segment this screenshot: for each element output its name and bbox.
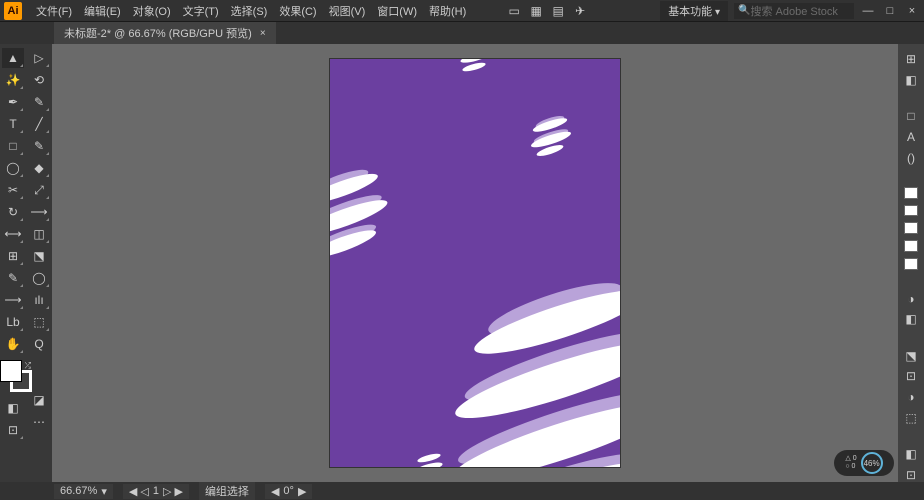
paintbrush-tool[interactable]: ✎ (28, 136, 50, 156)
search-input[interactable]: 🔍 搜索 Adobe Stock (734, 3, 854, 19)
color-panel-icon[interactable]: □ (902, 109, 920, 124)
hand-tool[interactable]: ✋ (2, 334, 24, 354)
ellipse-tool[interactable]: ◯ (2, 158, 24, 178)
brushes-panel-icon[interactable]: ◧ (902, 447, 920, 462)
canvas[interactable] (52, 44, 898, 482)
stroke-panel-icon[interactable]: ⬔ (902, 348, 920, 363)
appearance-panel-icon[interactable]: ◑ (902, 291, 920, 306)
pen-tool[interactable]: ✒ (2, 92, 24, 112)
cloud-icon[interactable]: ✈ (572, 3, 588, 19)
menu-edit[interactable]: 编辑(E) (78, 3, 127, 19)
selection-tool[interactable]: ▲ (2, 48, 24, 68)
character-panel-icon[interactable]: A (902, 130, 920, 145)
artboard[interactable] (330, 59, 620, 467)
transparency-panel-icon[interactable]: ◑ (902, 390, 920, 405)
selection-info: 编组选择 (199, 482, 255, 500)
document-tab-bar: 未标题-2* @ 66.67% (RGB/GPU 预览) × (0, 22, 924, 44)
perspective-grid-tool[interactable]: ◫ (28, 224, 50, 244)
workspace-switcher[interactable]: 基本功能 ▾ (660, 1, 728, 21)
tab-close-button[interactable]: × (260, 28, 266, 39)
align-panel-icon[interactable]: ⬚ (902, 410, 920, 425)
perf-percentage: 46% (861, 452, 883, 474)
scale-tool[interactable]: ⤢ (28, 180, 50, 200)
magic-wand-tool[interactable]: ✨ (2, 70, 24, 90)
properties-panel-icon[interactable]: ⊞ (902, 52, 920, 67)
libraries-panel-icon[interactable]: ◧ (902, 73, 920, 88)
doc-setup-icon[interactable]: ▭ (506, 3, 522, 19)
tab-title: 未标题-2* @ 66.67% (RGB/GPU 预览) (64, 25, 252, 41)
scissors-tool[interactable]: ✂ (2, 180, 24, 200)
minimize-button[interactable]: — (860, 4, 876, 18)
symbol-sprayer-tool[interactable]: ⟶ (2, 290, 24, 310)
menu-help[interactable]: 帮助(H) (423, 3, 472, 19)
blend-tool[interactable]: ◯ (28, 268, 50, 288)
swatch-white-4[interactable] (904, 240, 918, 252)
menu-view[interactable]: 视图(V) (323, 3, 372, 19)
zoom-level[interactable]: 66.67% ▾ (54, 484, 113, 499)
swap-fill-stroke-icon[interactable]: ⤮ (25, 361, 31, 371)
line-segment-tool[interactable]: ╱ (28, 114, 50, 134)
lasso-tool[interactable]: ⟲ (28, 70, 50, 90)
gradient-panel-icon[interactable]: ⊡ (902, 369, 920, 384)
swatch-white-5[interactable] (904, 258, 918, 270)
paragraph-panel-icon[interactable]: () (902, 150, 920, 165)
free-transform-tool[interactable]: ⟶ (28, 202, 50, 222)
layers-panel-icon[interactable]: ◧ (902, 312, 920, 327)
width-tool[interactable]: ⟷ (2, 224, 24, 244)
color-mode-none[interactable]: ◧ (2, 398, 24, 418)
symbols-panel-icon[interactable]: ⊡ (902, 467, 920, 482)
zoom-tool[interactable]: Q (28, 334, 50, 354)
menu-bar: Ai 文件(F) 编辑(E) 对象(O) 文字(T) 选择(S) 效果(C) 视… (0, 0, 924, 22)
maximize-button[interactable]: □ (882, 4, 898, 18)
gpu-performance-indicator[interactable]: △ 0○ 0 46% (834, 450, 894, 476)
menu-effect[interactable]: 效果(C) (273, 3, 322, 19)
arrange-icon[interactable]: ▦ (528, 3, 544, 19)
app-icon: Ai (4, 2, 22, 20)
menu-object[interactable]: 对象(O) (127, 3, 177, 19)
direct-selection-tool[interactable]: ▷ (28, 48, 50, 68)
fill-stroke-control[interactable]: ⤮ (0, 360, 32, 392)
align-icon[interactable]: ▤ (550, 3, 566, 19)
menu-select[interactable]: 选择(S) (225, 3, 274, 19)
screen-mode-button[interactable]: ⊡ (2, 420, 24, 440)
close-window-button[interactable]: × (904, 4, 920, 18)
swatch-white-3[interactable] (904, 222, 918, 234)
column-graph-tool[interactable]: ılı (28, 290, 50, 310)
rotate-tool[interactable]: ↻ (2, 202, 24, 222)
mesh-tool[interactable]: ⬔ (28, 246, 50, 266)
menu-window[interactable]: 窗口(W) (371, 3, 423, 19)
menu-type[interactable]: 文字(T) (177, 3, 225, 19)
artboard-nav[interactable]: ◀ ◁ 1 ▷ ▶ (123, 484, 189, 499)
shape-builder-tool[interactable]: ⊞ (2, 246, 24, 266)
toolbar-left-col: ▲ ✨ ✒ T □ ◯ ✂ ↻ ⟷ ⊞ ✎ ⟶ Lb ✋ ⤮ ◧ ⊡ (0, 44, 26, 482)
perf-stats: △ 0○ 0 (845, 455, 856, 471)
curvature-tool[interactable]: ✎ (28, 92, 50, 112)
artboard-tool[interactable]: Lb (2, 312, 24, 332)
eraser-tool[interactable]: ◆ (28, 158, 50, 178)
status-bar: 66.67% ▾ ◀ ◁ 1 ▷ ▶ 编组选择 ◀ 0° ▶ (0, 482, 924, 500)
edit-toolbar-button[interactable]: ⋯ (28, 412, 50, 432)
slice-tool[interactable]: ⬚ (28, 312, 50, 332)
eyedropper-tool[interactable]: ✎ (2, 268, 24, 288)
type-tool[interactable]: T (2, 114, 24, 134)
document-tab[interactable]: 未标题-2* @ 66.67% (RGB/GPU 预览) × (54, 22, 276, 44)
toolbar-right-col: ▷ ⟲ ✎ ╱ ✎ ◆ ⤢ ⟶ ◫ ⬔ ◯ ılı ⬚ Q ◪ ⋯ (26, 44, 52, 482)
rectangle-tool[interactable]: □ (2, 136, 24, 156)
swatch-white-2[interactable] (904, 205, 918, 217)
right-panel-rail: ⊞ ◧ □ A () ◑ ◧ ⬔ ⊡ ◑ ⬚ ◧ ⊡ (898, 44, 924, 482)
rotate-view[interactable]: ◀ 0° ▶ (265, 484, 312, 499)
draw-mode-normal[interactable]: ◪ (28, 390, 50, 410)
menu-file[interactable]: 文件(F) (30, 3, 78, 19)
swatch-white-1[interactable] (904, 187, 918, 199)
